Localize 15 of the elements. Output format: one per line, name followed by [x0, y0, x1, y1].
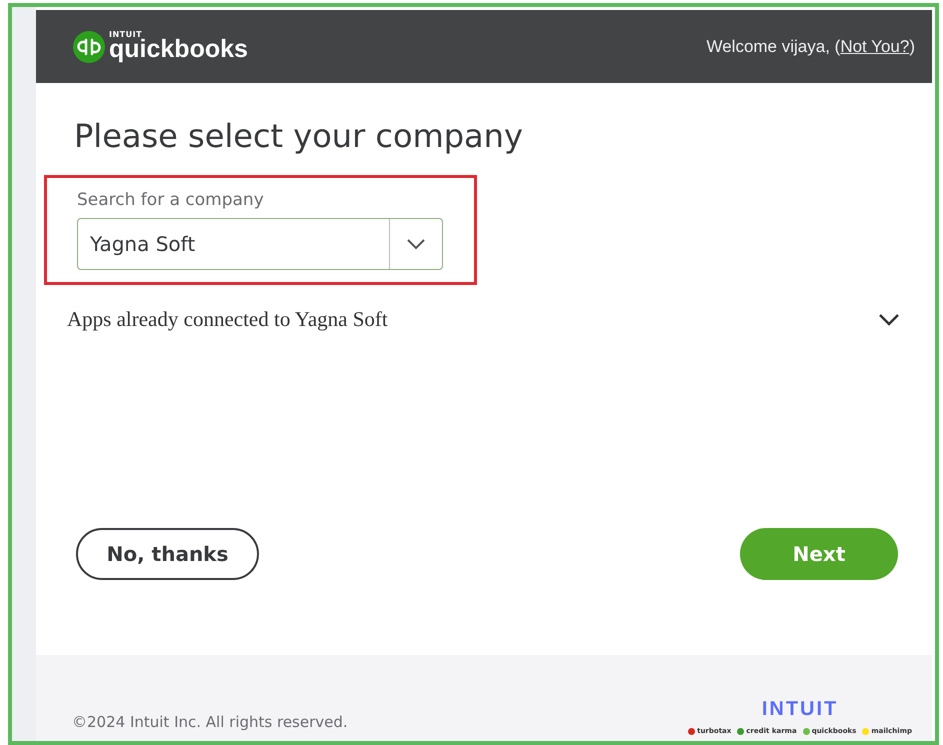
- intuit-logo-text: INTUIT: [762, 698, 838, 721]
- page-title: Please select your company: [74, 117, 524, 155]
- field-label: Search for a company: [77, 190, 265, 210]
- section-heading: Apps already connected to Yagna Soft: [67, 307, 388, 332]
- not-you-link[interactable]: Not You?: [840, 36, 910, 56]
- logo-text-small: INTUIT: [109, 31, 142, 39]
- welcome-text: ): [909, 36, 915, 56]
- logo-icon: [73, 30, 105, 62]
- logo-text: quickbooks: [109, 37, 248, 62]
- chevron-down-icon[interactable]: [878, 313, 900, 326]
- copyright-text: ©2024 Intuit Inc. All rights reserved.: [72, 713, 348, 731]
- welcome-text: Welcome vijaya, (: [706, 36, 840, 56]
- chevron-down-icon: [406, 238, 426, 250]
- company-dropdown[interactable]: Yagna Soft: [77, 218, 443, 270]
- cancel-button[interactable]: No, thanks: [76, 528, 259, 580]
